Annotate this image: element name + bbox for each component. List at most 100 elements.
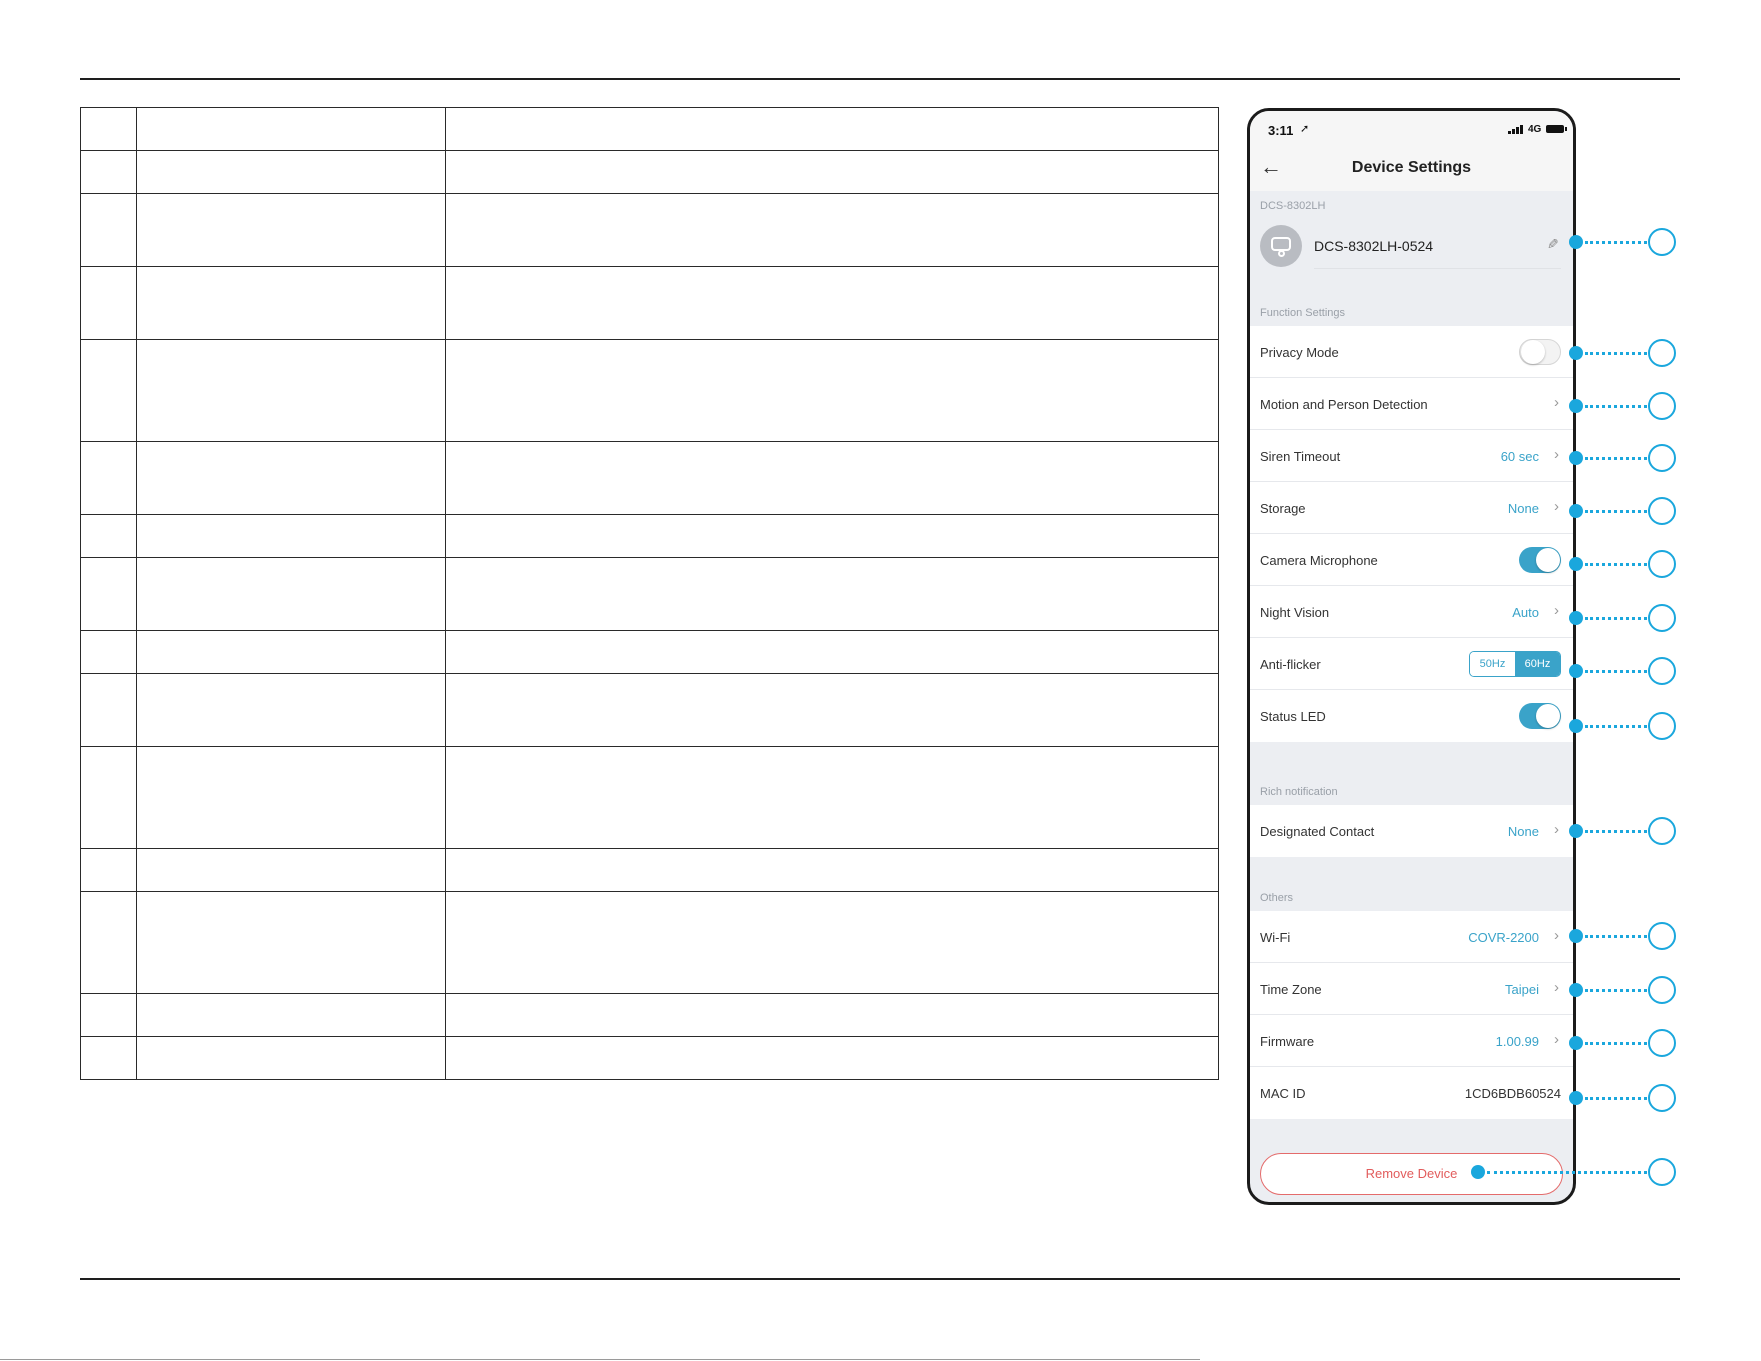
table-row: [80, 266, 1219, 340]
night-vision-value: Auto: [1512, 605, 1539, 620]
table-row: [80, 441, 1219, 515]
callout-dot: [1471, 1165, 1485, 1179]
designated-contact-value: None: [1507, 824, 1539, 839]
callout-dot: [1569, 983, 1583, 997]
table-row: [80, 673, 1219, 747]
chevron-right-icon: ›: [1554, 1031, 1559, 1048]
pencil-icon[interactable]: ✎: [1547, 236, 1559, 253]
callout-circle: [1648, 657, 1676, 685]
chevron-right-icon: ›: [1554, 821, 1559, 838]
callout-leader: [1487, 1171, 1647, 1174]
night-vision-label: Night Vision: [1260, 605, 1330, 620]
callout-leader: [1585, 563, 1647, 566]
device-name-row[interactable]: DCS-8302LH-0524 ✎: [1250, 222, 1573, 270]
callout-circle: [1648, 1084, 1676, 1112]
callout-circle: [1648, 1158, 1676, 1186]
callout-circle: [1648, 550, 1676, 578]
callout-dot: [1569, 399, 1583, 413]
wifi-row[interactable]: Wi-Fi COVR-2200 ›: [1250, 911, 1573, 963]
reference-table: [80, 107, 1219, 1080]
callout-circle: [1648, 392, 1676, 420]
callout-circle: [1648, 444, 1676, 472]
table-row: [80, 993, 1219, 1037]
callout-dot: [1569, 611, 1583, 625]
table-row: [80, 848, 1219, 892]
camera-microphone-row[interactable]: Camera Microphone: [1250, 534, 1573, 586]
time-zone-label: Time Zone: [1260, 982, 1322, 997]
chevron-right-icon: ›: [1554, 927, 1559, 944]
motion-detection-row[interactable]: Motion and Person Detection ›: [1250, 378, 1573, 430]
callout-circle: [1648, 497, 1676, 525]
toggle-knob: [1536, 704, 1560, 728]
callout-circle: [1648, 228, 1676, 256]
toggle-knob: [1536, 548, 1560, 572]
status-time: 3:11: [1268, 123, 1294, 138]
anti-flicker-label: Anti-flicker: [1260, 657, 1321, 672]
others-group: Wi-Fi COVR-2200 › Time Zone Taipei › Fir…: [1250, 911, 1573, 1119]
siren-timeout-row[interactable]: Siren Timeout 60 sec ›: [1250, 430, 1573, 482]
callout-leader: [1585, 617, 1647, 620]
storage-label: Storage: [1260, 501, 1306, 516]
device-name-underline: [1314, 268, 1561, 269]
time-zone-row[interactable]: Time Zone Taipei ›: [1250, 963, 1573, 1015]
firmware-row[interactable]: Firmware 1.00.99 ›: [1250, 1015, 1573, 1067]
designated-contact-row[interactable]: Designated Contact None ›: [1250, 805, 1573, 857]
status-led-row[interactable]: Status LED: [1250, 690, 1573, 742]
time-zone-value: Taipei: [1505, 982, 1539, 997]
night-vision-row[interactable]: Night Vision Auto ›: [1250, 586, 1573, 638]
callout-leader: [1585, 405, 1647, 408]
chevron-right-icon: ›: [1554, 394, 1559, 411]
callout-circle: [1648, 922, 1676, 950]
callout-dot: [1569, 664, 1583, 678]
anti-flicker-row: Anti-flicker 50Hz 60Hz: [1250, 638, 1573, 690]
table-row: [80, 630, 1219, 674]
remove-device-button[interactable]: Remove Device: [1260, 1153, 1563, 1195]
table-row: [80, 891, 1219, 994]
siren-timeout-label: Siren Timeout: [1260, 449, 1341, 464]
callout-leader: [1585, 241, 1647, 244]
bottom-rule: [80, 1278, 1680, 1280]
callout-leader: [1585, 830, 1647, 833]
privacy-mode-row[interactable]: Privacy Mode: [1250, 326, 1573, 378]
table-row: [80, 193, 1219, 267]
bottom-edge-line: [0, 1359, 1200, 1360]
status-bar: 3:11 ➚ 4G: [1250, 111, 1573, 147]
anti-flicker-50hz[interactable]: 50Hz: [1470, 652, 1515, 676]
callout-dot: [1569, 235, 1583, 249]
callout-dot: [1569, 504, 1583, 518]
callout-circle: [1648, 604, 1676, 632]
storage-value: None: [1507, 501, 1539, 516]
callout-dot: [1569, 929, 1583, 943]
status-led-toggle[interactable]: [1519, 703, 1561, 729]
callout-leader: [1585, 1042, 1647, 1045]
chevron-right-icon: ›: [1554, 446, 1559, 463]
section-label-others: Others: [1260, 892, 1294, 904]
top-rule: [80, 78, 1680, 80]
callout-leader: [1585, 352, 1647, 355]
table-row: [80, 107, 1219, 151]
privacy-mode-toggle[interactable]: [1519, 339, 1561, 365]
device-name: DCS-8302LH-0524: [1314, 238, 1434, 254]
firmware-label: Firmware: [1260, 1034, 1315, 1049]
toggle-knob: [1521, 340, 1545, 364]
table-row: [80, 557, 1219, 631]
table-row: [80, 1036, 1219, 1080]
chevron-right-icon: ›: [1554, 979, 1559, 996]
callout-leader: [1585, 457, 1647, 460]
designated-contact-label: Designated Contact: [1260, 824, 1375, 839]
callout-leader: [1585, 1097, 1647, 1100]
callout-circle: [1648, 712, 1676, 740]
callout-leader: [1585, 935, 1647, 938]
callout-dot: [1569, 824, 1583, 838]
table-row: [80, 514, 1219, 558]
storage-row[interactable]: Storage None ›: [1250, 482, 1573, 534]
anti-flicker-60hz[interactable]: 60Hz: [1515, 652, 1560, 676]
privacy-mode-label: Privacy Mode: [1260, 345, 1339, 360]
function-settings-group: Privacy Mode Motion and Person Detection…: [1250, 326, 1573, 742]
callout-leader: [1585, 670, 1647, 673]
siren-timeout-value: 60 sec: [1500, 449, 1539, 464]
chevron-right-icon: ›: [1554, 602, 1559, 619]
camera-microphone-toggle[interactable]: [1519, 547, 1561, 573]
page-title: Device Settings: [1351, 159, 1472, 176]
section-label-function: Function Settings: [1260, 307, 1345, 319]
